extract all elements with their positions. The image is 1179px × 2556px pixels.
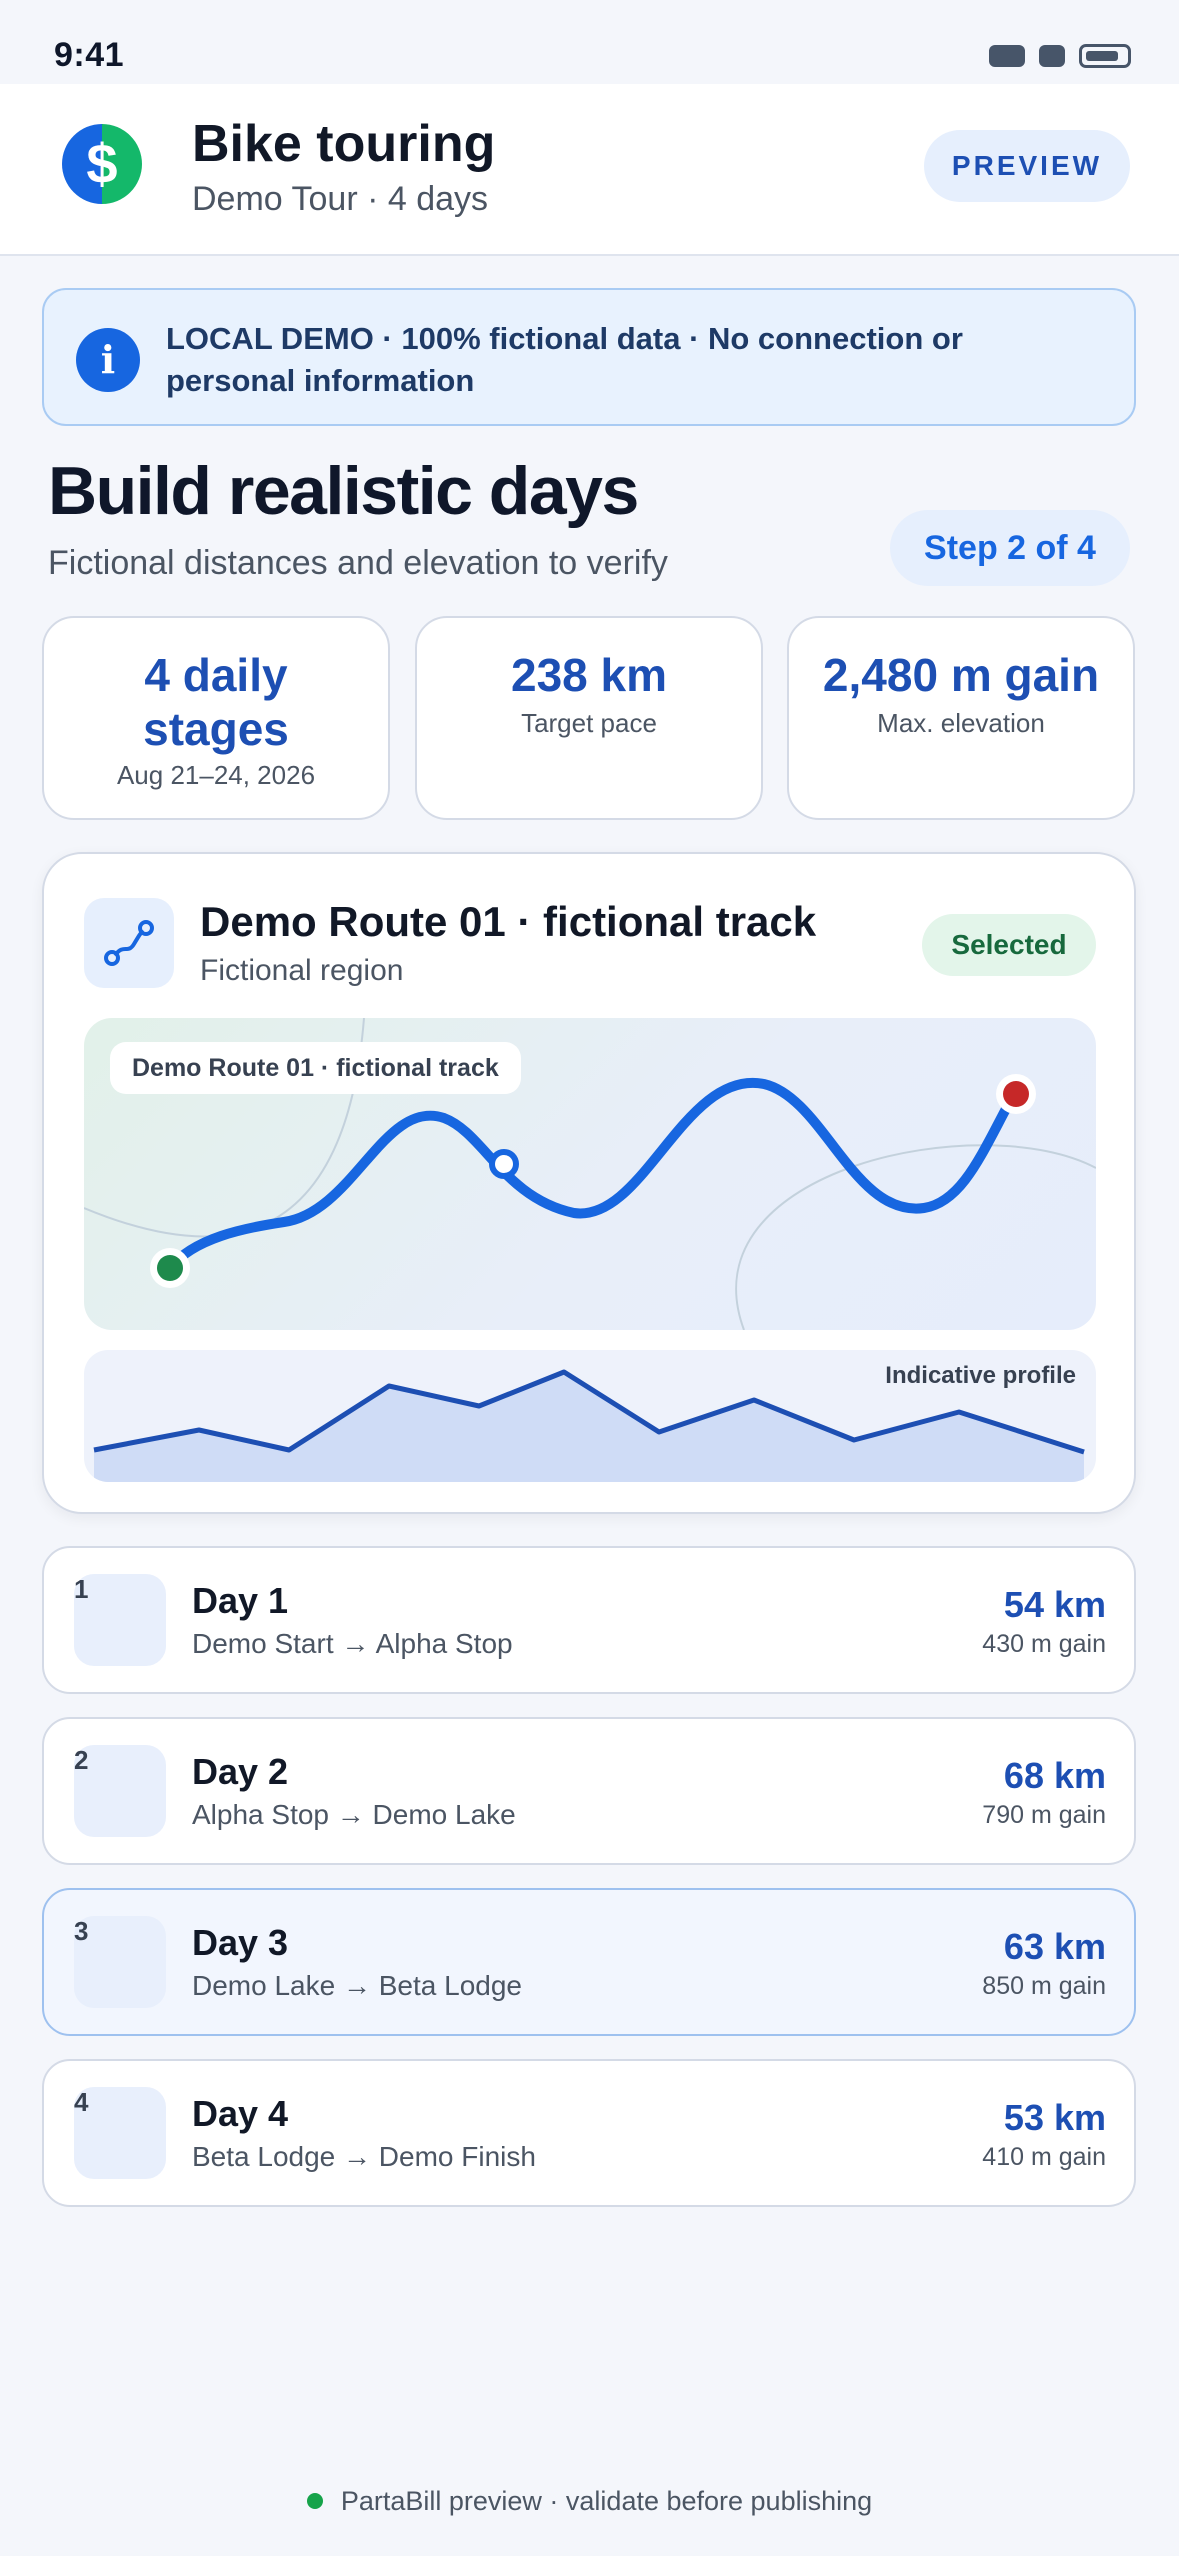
day-row-2[interactable]: 2 Day 2 Alpha Stop → Demo Lake 68 km 790… — [42, 1717, 1136, 1865]
route-icon — [84, 898, 174, 988]
stat-card-stages: 4 daily stages Aug 21–24, 2026 — [42, 616, 390, 820]
demo-notice-banner: i LOCAL DEMO · 100% fictional data · No … — [42, 288, 1136, 426]
day-route: Demo Lake → Beta Lodge — [192, 1970, 522, 2001]
day-row-1[interactable]: 1 Day 1 Demo Start → Alpha Stop 54 km 43… — [42, 1546, 1136, 1694]
route-map[interactable]: Demo Route 01 · fictional track — [84, 1018, 1096, 1330]
page-title: Build realistic days — [48, 453, 639, 529]
profile-label: Indicative profile — [885, 1362, 1076, 1389]
day-elevation-gain: 410 m gain — [982, 2143, 1106, 2171]
day-thumbnail: 3 — [74, 1916, 166, 2008]
status-icons — [989, 44, 1131, 68]
battery-icon — [1079, 44, 1131, 68]
stat-card-elevation: 2,480 m gain Max. elevation — [787, 616, 1135, 820]
logo-glyph: $ — [86, 132, 118, 195]
signal-icon — [989, 45, 1025, 67]
day-distance: 54 km — [1003, 1584, 1106, 1625]
day-thumbnail: 4 — [74, 2087, 166, 2179]
status-time: 9:41 — [54, 36, 125, 74]
route-title: Demo Route 01 · fictional track — [200, 898, 817, 945]
stat-card-distance: 238 km Target pace — [415, 616, 763, 820]
day-distance: 53 km — [1003, 2097, 1106, 2138]
stat-value: 4 daily stages — [143, 649, 289, 755]
waypoint-marker[interactable] — [489, 1149, 519, 1179]
start-marker[interactable] — [157, 1255, 183, 1281]
elevation-profile: Indicative profile — [84, 1350, 1096, 1482]
day-elevation-gain: 430 m gain — [982, 1630, 1106, 1658]
day-distance: 63 km — [1003, 1926, 1106, 1967]
info-icon: i — [76, 328, 140, 392]
status-dot-icon — [306, 2492, 323, 2509]
notice-text: LOCAL DEMO · 100% fictional data · No co… — [166, 321, 963, 398]
day-row-3[interactable]: 3 Day 3 Demo Lake → Beta Lodge 63 km 850… — [42, 1888, 1136, 2036]
stat-label: Aug 21–24, 2026 — [116, 760, 316, 790]
app-title: Bike touring — [192, 115, 496, 173]
page-subtitle: Fictional distances and elevation to ver… — [48, 544, 668, 582]
status-bar: 9:41 — [0, 0, 1179, 84]
day-thumbnail: 2 — [74, 1745, 166, 1837]
day-title: Day 2 — [192, 1751, 289, 1792]
day-route: Alpha Stop → Demo Lake — [192, 1799, 516, 1830]
map-label: Demo Route 01 · fictional track — [110, 1042, 521, 1094]
day-number: 1 — [74, 1574, 89, 1604]
day-elevation-gain: 850 m gain — [982, 1972, 1106, 2000]
day-number: 2 — [74, 1745, 89, 1775]
day-row-4[interactable]: 4 Day 4 Beta Lodge → Demo Finish 53 km 4… — [42, 2059, 1136, 2207]
day-elevation-gain: 790 m gain — [982, 1801, 1106, 1829]
selected-badge: Selected — [922, 914, 1096, 976]
end-marker[interactable] — [1003, 1081, 1029, 1107]
day-route: Demo Start → Alpha Stop — [192, 1628, 513, 1659]
stat-value: 238 km — [510, 649, 667, 701]
map-contour — [735, 1144, 1096, 1330]
step-indicator: Step 2 of 4 — [890, 510, 1130, 586]
stat-label: Target pace — [521, 708, 657, 738]
day-thumbnail: 1 — [74, 1574, 166, 1666]
day-title: Day 3 — [192, 1922, 289, 1963]
day-number: 3 — [74, 1916, 89, 1946]
day-title: Day 1 — [192, 1580, 289, 1621]
app-header: $ Bike touring Demo Tour · 4 days PREVIE… — [0, 84, 1179, 256]
route-card[interactable]: Demo Route 01 · fictional track Fictiona… — [42, 852, 1136, 1514]
preview-button[interactable]: PREVIEW — [924, 130, 1130, 202]
stat-label: Max. elevation — [877, 708, 1045, 738]
app-subtitle: Demo Tour · 4 days — [192, 180, 489, 218]
wifi-icon — [1039, 45, 1065, 67]
app-logo: $ — [62, 124, 142, 204]
stat-value: 2,480 m gain — [822, 649, 1100, 701]
route-track — [165, 1077, 1019, 1273]
footer-text: PartaBill preview · validate before publ… — [340, 2486, 873, 2516]
day-title: Day 4 — [192, 2093, 289, 2134]
day-route: Beta Lodge → Demo Finish — [192, 2141, 536, 2172]
day-distance: 68 km — [1003, 1755, 1106, 1796]
day-number: 4 — [74, 2087, 89, 2117]
route-region: Fictional region — [200, 954, 404, 987]
footer: PartaBill preview · validate before publ… — [0, 2486, 1179, 2517]
